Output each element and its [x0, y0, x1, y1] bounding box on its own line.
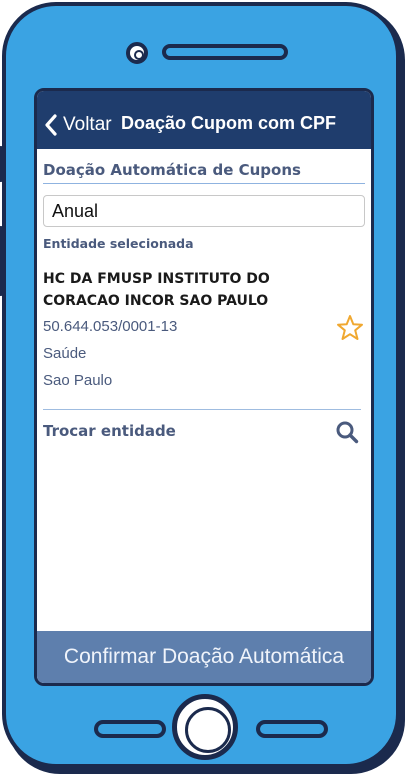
entity-city: Sao Paulo: [43, 372, 113, 389]
phone-slot: [94, 720, 166, 738]
magnifier-icon[interactable]: [335, 420, 359, 444]
selected-entity-label: Entidade selecionada: [43, 236, 194, 251]
speaker: [162, 44, 288, 60]
phone-side-button: [0, 146, 4, 182]
divider: [43, 409, 361, 410]
change-entity-button[interactable]: Trocar entidade: [43, 422, 176, 440]
entity-name: HC DA FMUSP INSTITUTO DO CORACAO INCOR S…: [43, 271, 270, 309]
confirm-button[interactable]: Confirmar Doação Automática: [37, 631, 371, 683]
phone-side-button: [0, 226, 4, 296]
page-title: Doação Cupom com CPF: [121, 113, 337, 133]
divider: [43, 183, 365, 184]
phone-slot: [256, 720, 328, 738]
entity-cnpj: 50.644.053/0001-13: [43, 318, 178, 335]
back-button[interactable]: Voltar: [44, 113, 112, 137]
frequency-select[interactable]: Anual: [43, 195, 365, 227]
entity-category: Saúde: [43, 345, 87, 362]
screen: Voltar Doação Cupom com CPF Doação Autom…: [34, 88, 374, 686]
back-label: Voltar: [63, 114, 112, 135]
phone-side-button: [398, 136, 404, 196]
camera: [126, 42, 148, 64]
chevron-left-icon: [45, 114, 57, 136]
navbar: Voltar Doação Cupom com CPF: [37, 91, 371, 149]
section-title: Doação Automática de Cupons: [43, 161, 301, 179]
star-outline-icon[interactable]: [336, 314, 364, 342]
home-button[interactable]: [172, 694, 238, 760]
